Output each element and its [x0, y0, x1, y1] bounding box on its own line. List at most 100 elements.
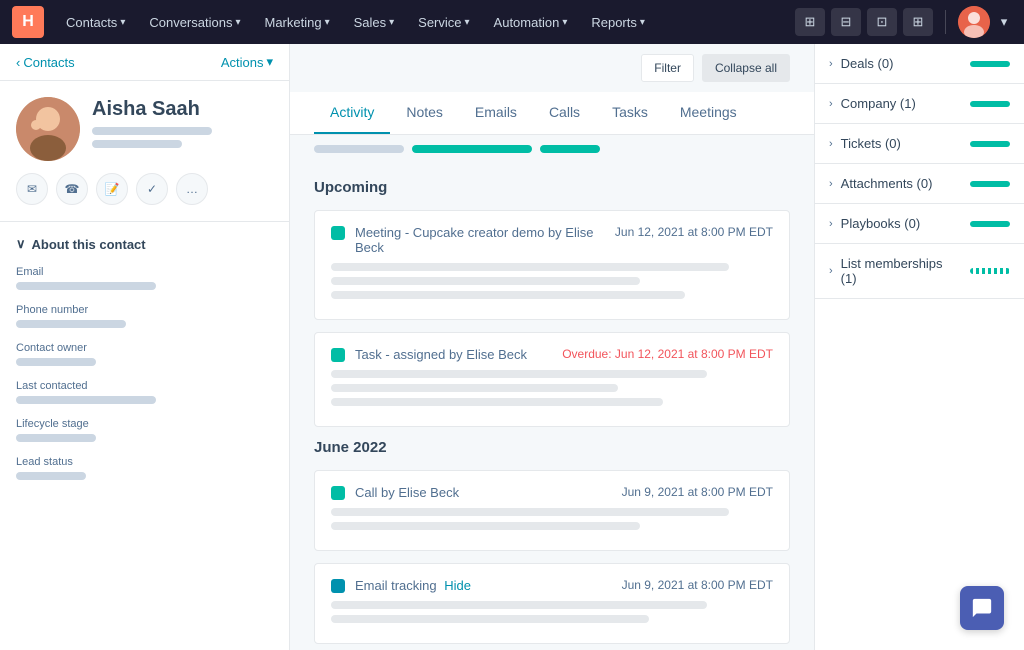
email-tracking-card: Email tracking Hide Jun 9, 2021 at 8:00 … [314, 563, 790, 644]
deals-label: Deals (0) [841, 56, 962, 71]
hubspot-logo[interactable]: H [12, 6, 44, 38]
user-avatar[interactable] [958, 6, 990, 38]
chevron-left-icon: ‹ [16, 55, 20, 70]
email-field-group: Email [16, 266, 273, 290]
contact-avatar [16, 97, 80, 161]
back-to-contacts[interactable]: ‹ Contacts [16, 55, 75, 70]
upcoming-section-title: Upcoming [314, 179, 790, 196]
tickets-bar [970, 141, 1010, 147]
tickets-section[interactable]: › Tickets (0) [815, 124, 1024, 164]
task-date: Overdue: Jun 12, 2021 at 8:00 PM EDT [562, 347, 773, 361]
email-tracking-title: Email tracking Hide [355, 578, 471, 593]
nav-automation[interactable]: Automation ▾ [484, 11, 578, 34]
phone-value [16, 320, 126, 328]
about-toggle[interactable]: ∨ About this contact [16, 236, 273, 252]
attachments-section[interactable]: › Attachments (0) [815, 164, 1024, 204]
nav-sales[interactable]: Sales ▾ [344, 11, 405, 34]
tabs-container: Activity Notes Emails Calls Tasks Meetin… [314, 92, 790, 134]
email-value [16, 282, 156, 290]
nav-search-button[interactable]: ⊞ [795, 8, 825, 36]
email-tracking-row: Email tracking Hide Jun 9, 2021 at 8:00 … [331, 578, 773, 593]
email-tracking-date: Jun 9, 2021 at 8:00 PM EDT [622, 578, 773, 592]
tab-calls[interactable]: Calls [533, 92, 596, 134]
nav-conversations[interactable]: Conversations ▾ [139, 11, 250, 34]
nav-contacts[interactable]: Contacts ▾ [56, 11, 135, 34]
tab-emails[interactable]: Emails [459, 92, 533, 134]
note-action-button[interactable]: 📝 [96, 173, 128, 205]
task-activity-left: Task - assigned by Elise Beck [331, 347, 546, 362]
playbooks-section[interactable]: › Playbooks (0) [815, 204, 1024, 244]
june2022-section-title: June 2022 [314, 439, 790, 456]
nav-account-chevron[interactable]: ▾ [996, 8, 1012, 36]
tickets-label: Tickets (0) [841, 136, 962, 151]
company-section[interactable]: › Company (1) [815, 84, 1024, 124]
meeting-date: Jun 12, 2021 at 8:00 PM EDT [615, 225, 773, 239]
chevron-down-icon: ▾ [389, 17, 394, 28]
phone-action-button[interactable]: ☎ [56, 173, 88, 205]
list-memberships-section[interactable]: › List memberships (1) [815, 244, 1024, 299]
skeleton-line [331, 370, 707, 378]
tab-activity[interactable]: Activity [314, 92, 390, 134]
task-dot [331, 348, 345, 362]
nav-utility-icons: ⊞ ⊟ ⊡ ⊞ ▾ [795, 6, 1012, 38]
contact-subtitle2-bar [92, 140, 182, 148]
phone-label: Phone number [16, 304, 273, 316]
nav-help-button[interactable]: ⊡ [867, 8, 897, 36]
skeleton-line [331, 398, 663, 406]
skeleton-line [331, 263, 729, 271]
lifecycle-field-group: Lifecycle stage [16, 418, 273, 442]
contact-info: Aisha Saah [92, 97, 273, 148]
task-action-button[interactable]: ✓ [136, 173, 168, 205]
nav-create-button[interactable]: ⊟ [831, 8, 861, 36]
list-memberships-label: List memberships (1) [841, 256, 962, 286]
lead-status-field-group: Lead status [16, 456, 273, 480]
about-section: ∨ About this contact Email Phone number … [0, 222, 289, 508]
task-activity-row: Task - assigned by Elise Beck Overdue: J… [331, 347, 773, 362]
hide-link[interactable]: Hide [444, 578, 471, 593]
activity-content: Upcoming Meeting - Cupcake creator demo … [290, 163, 814, 650]
playbooks-bar [970, 221, 1010, 227]
nav-service[interactable]: Service ▾ [408, 11, 479, 34]
meeting-activity-left: Meeting - Cupcake creator demo by Elise … [331, 225, 599, 255]
top-navigation: H Contacts ▾ Conversations ▾ Marketing ▾… [0, 0, 1024, 44]
call-activity-card: Call by Elise Beck Jun 9, 2021 at 8:00 P… [314, 470, 790, 551]
contact-name: Aisha Saah [92, 97, 273, 121]
last-contacted-label: Last contacted [16, 380, 273, 392]
call-date: Jun 9, 2021 at 8:00 PM EDT [622, 485, 773, 499]
progress-bar-gray [314, 145, 404, 153]
actions-button[interactable]: Actions ▾ [221, 54, 273, 70]
tab-tasks[interactable]: Tasks [596, 92, 664, 134]
tab-notes[interactable]: Notes [390, 92, 459, 134]
filter-button[interactable]: Filter [641, 54, 694, 82]
call-activity-left: Call by Elise Beck [331, 485, 606, 500]
skeleton-line [331, 522, 640, 530]
chevron-right-icon: › [829, 138, 833, 150]
playbooks-label: Playbooks (0) [841, 216, 962, 231]
center-panel: Filter Collapse all Activity Notes Email… [290, 44, 814, 650]
deals-bar [970, 61, 1010, 67]
skeleton-line [331, 384, 618, 392]
meeting-dot [331, 226, 345, 240]
chevron-down-icon: ▾ [562, 17, 567, 28]
nav-divider [945, 10, 946, 34]
chat-button[interactable] [960, 586, 1004, 630]
email-action-button[interactable]: ✉ [16, 173, 48, 205]
lifecycle-label: Lifecycle stage [16, 418, 273, 430]
chevron-right-icon: › [829, 58, 833, 70]
filter-bar: Filter Collapse all [290, 44, 814, 92]
deals-section[interactable]: › Deals (0) [815, 44, 1024, 84]
left-panel: ‹ Contacts Actions ▾ [0, 44, 290, 650]
meeting-activity-row: Meeting - Cupcake creator demo by Elise … [331, 225, 773, 255]
task-title: Task - assigned by Elise Beck [355, 347, 527, 362]
breadcrumb: ‹ Contacts Actions ▾ [0, 44, 289, 81]
chevron-down-icon: ▾ [235, 17, 240, 28]
chevron-down-icon: ∨ [16, 236, 26, 252]
collapse-all-button[interactable]: Collapse all [702, 54, 790, 82]
nav-marketing[interactable]: Marketing ▾ [254, 11, 339, 34]
contact-action-buttons: ✉ ☎ 📝 ✓ … [16, 173, 273, 205]
nav-reports[interactable]: Reports ▾ [581, 11, 655, 34]
last-contacted-value [16, 396, 156, 404]
more-action-button[interactable]: … [176, 173, 208, 205]
nav-settings-button[interactable]: ⊞ [903, 8, 933, 36]
tab-meetings[interactable]: Meetings [664, 92, 753, 134]
